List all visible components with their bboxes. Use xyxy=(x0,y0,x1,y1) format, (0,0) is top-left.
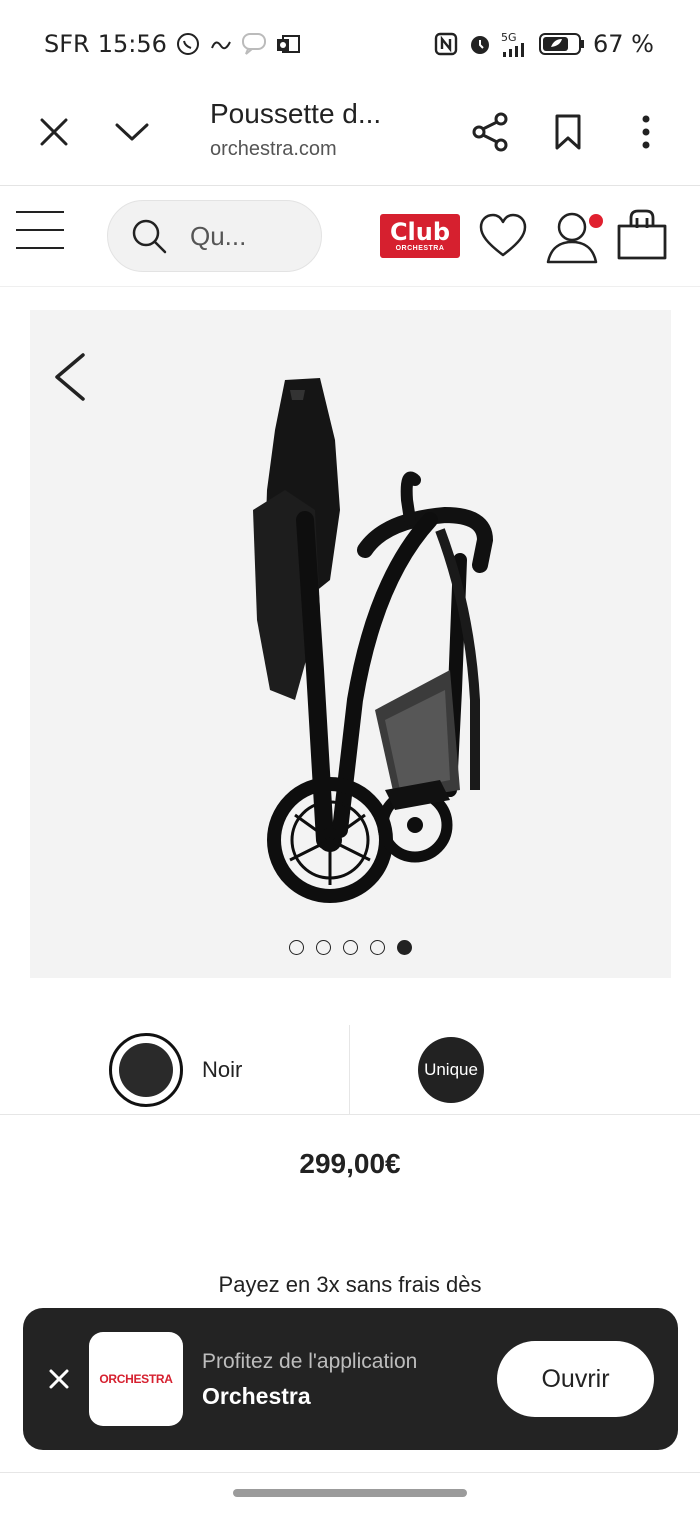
nfc-icon xyxy=(433,31,459,57)
search-placeholder: Qu... xyxy=(190,220,247,251)
clock: 15:56 xyxy=(97,30,167,58)
url-block[interactable]: Poussette d... orchestra.com xyxy=(210,98,450,161)
banner-title: Orchestra xyxy=(202,1383,311,1409)
status-left: SFR 15:56 xyxy=(44,30,301,58)
bag-icon xyxy=(617,209,667,260)
notification-dot xyxy=(589,214,603,228)
open-app-button[interactable]: Ouvrir xyxy=(497,1341,654,1417)
whatsapp-icon xyxy=(175,31,201,57)
status-right: 5G 67 % xyxy=(433,30,654,58)
size-option-unique[interactable]: Unique xyxy=(418,1037,484,1103)
product-gallery[interactable] xyxy=(30,310,671,978)
minimize-tab-button[interactable] xyxy=(106,106,158,158)
battery-icon xyxy=(539,32,585,56)
link-icon xyxy=(209,34,233,54)
gallery-dot-1[interactable] xyxy=(289,940,304,955)
product-price: 299,00€ xyxy=(299,1148,401,1179)
color-label: Noir xyxy=(202,1057,243,1082)
more-options-button[interactable] xyxy=(620,106,672,158)
close-icon xyxy=(40,118,68,146)
color-swatch-black[interactable] xyxy=(109,1033,183,1107)
message-icon xyxy=(241,32,267,56)
menu-button[interactable] xyxy=(16,211,66,257)
close-icon xyxy=(49,1369,69,1389)
outlook-icon xyxy=(275,33,301,55)
bookmark-icon xyxy=(555,114,581,150)
page-url: orchestra.com xyxy=(210,138,337,160)
chevron-left-icon xyxy=(55,353,85,401)
site-header: Qu... Club ORCHESTRA xyxy=(0,187,700,287)
installment-text: Payez en 3x sans frais dès xyxy=(218,1272,482,1297)
gallery-previous-button[interactable] xyxy=(50,350,90,404)
menu-icon xyxy=(16,211,64,213)
club-orchestra-button[interactable]: Club ORCHESTRA xyxy=(380,214,460,258)
cart-button[interactable] xyxy=(614,207,670,265)
banner-subtitle: Profitez de l'application xyxy=(202,1350,418,1373)
alarm-icon xyxy=(467,31,493,57)
signal-icon: 5G xyxy=(501,32,531,57)
gallery-dot-2[interactable] xyxy=(316,940,331,955)
account-icon xyxy=(546,212,603,264)
account-button[interactable] xyxy=(545,209,607,265)
gallery-dot-3[interactable] xyxy=(343,940,358,955)
orchestra-app-logo: ORCHESTRA xyxy=(89,1332,183,1426)
wishlist-button[interactable] xyxy=(477,210,529,262)
battery-level: 67 % xyxy=(593,30,654,58)
status-bar: SFR 15:56 5G 67 % xyxy=(0,0,700,88)
club-sub-label: ORCHESTRA xyxy=(395,245,445,252)
more-icon xyxy=(642,115,650,149)
bottom-divider xyxy=(0,1472,700,1473)
share-button[interactable] xyxy=(464,106,516,158)
heart-icon xyxy=(479,213,527,257)
network-label: 5G xyxy=(501,30,517,44)
logo-text: ORCHESTRA xyxy=(99,1372,173,1386)
home-indicator[interactable] xyxy=(233,1489,467,1497)
search-icon xyxy=(132,219,167,254)
banner-close-button[interactable] xyxy=(41,1358,77,1400)
variant-divider xyxy=(349,1025,350,1115)
close-tab-button[interactable] xyxy=(28,106,80,158)
share-icon xyxy=(472,112,508,152)
gallery-dot-4[interactable] xyxy=(370,940,385,955)
gallery-dot-5[interactable] xyxy=(397,940,412,955)
search-input[interactable]: Qu... xyxy=(107,200,322,272)
variant-selector: Noir Unique xyxy=(0,1025,700,1115)
app-install-banner: ORCHESTRA Profitez de l'application Orch… xyxy=(23,1308,678,1450)
gallery-pagination xyxy=(30,940,671,955)
color-swatch-fill xyxy=(119,1043,173,1097)
club-label: Club xyxy=(389,218,451,246)
chevron-down-icon xyxy=(115,123,149,141)
page-title: Poussette d... xyxy=(210,98,382,129)
folded-stroller-image xyxy=(253,378,494,903)
bookmark-button[interactable] xyxy=(542,106,594,158)
carrier-label: SFR xyxy=(44,30,90,58)
browser-toolbar: Poussette d... orchestra.com xyxy=(0,88,700,186)
